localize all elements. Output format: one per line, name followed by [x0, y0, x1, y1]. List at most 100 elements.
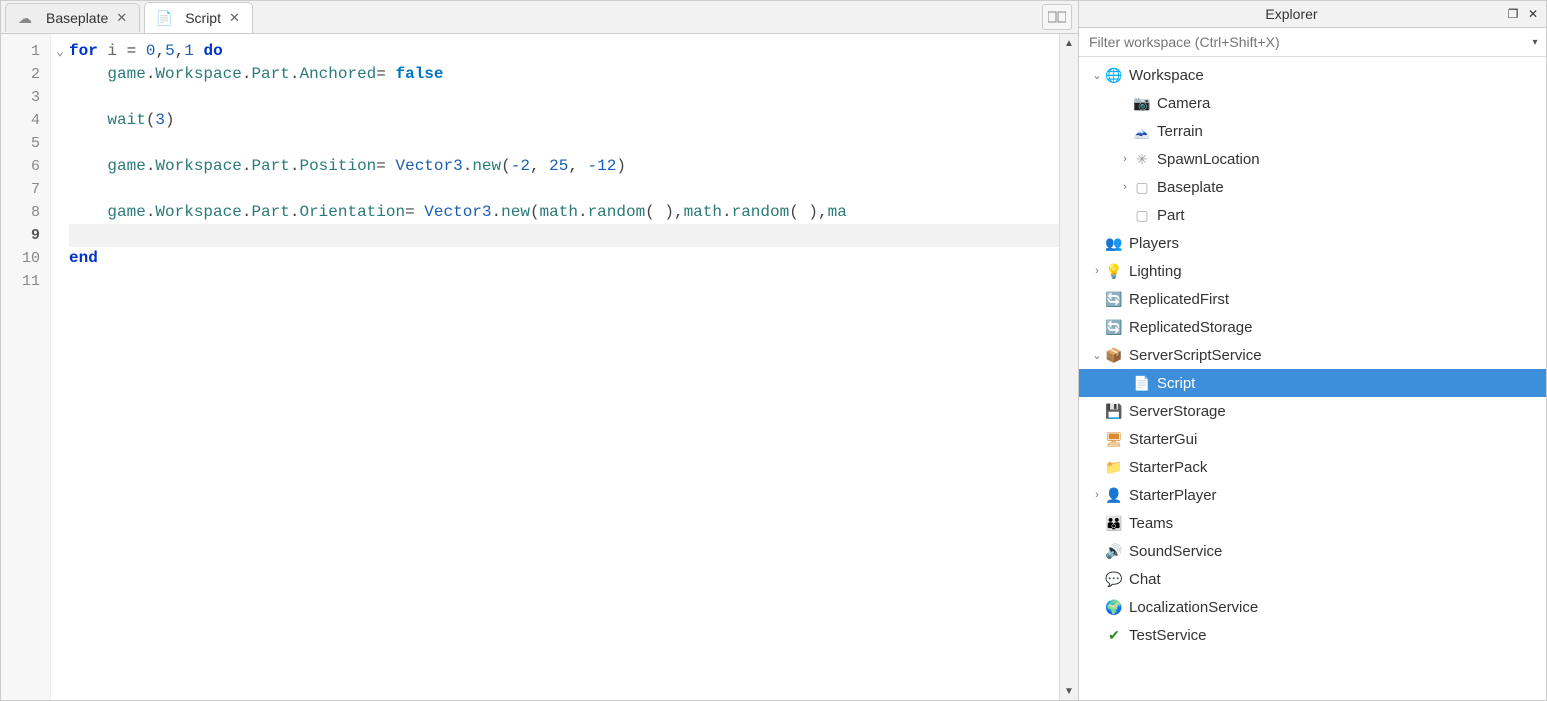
tree-item-serverscriptservice[interactable]: ⌄📦 ServerScriptService — [1079, 341, 1546, 369]
code-line[interactable]: end — [69, 247, 1059, 270]
fold-marker — [51, 178, 69, 201]
chevron-down-icon[interactable]: ⌄ — [1089, 69, 1105, 82]
scroll-up-arrow[interactable]: ▲ — [1060, 34, 1078, 52]
code-line[interactable]: for i = 0,5,1 do — [69, 40, 1059, 63]
explorer-title: Explorer — [1079, 6, 1504, 22]
tree-item-label: ServerScriptService — [1129, 347, 1262, 364]
tree-item-label: SoundService — [1129, 543, 1222, 560]
tab-script[interactable]: 📄 Script ✕ — [144, 2, 253, 33]
code-line[interactable] — [69, 270, 1059, 293]
tree-item-spawnlocation[interactable]: ›✳ SpawnLocation — [1079, 145, 1546, 173]
chat-icon: 💬 — [1105, 570, 1123, 588]
explorer-header: Explorer ❐ ✕ — [1079, 1, 1546, 28]
tree-item-replicatedstorage[interactable]: 🔄 ReplicatedStorage — [1079, 313, 1546, 341]
code-line[interactable] — [69, 86, 1059, 109]
tree-item-label: ReplicatedFirst — [1129, 291, 1229, 308]
vertical-scrollbar[interactable]: ▲ ▼ — [1059, 34, 1078, 700]
chevron-right-icon[interactable]: › — [1089, 265, 1105, 277]
cloud-icon: ☁ — [16, 9, 34, 27]
terrain-icon: 🗻 — [1133, 122, 1151, 140]
tree-item-players[interactable]: 👥Players — [1079, 229, 1546, 257]
tree-item-startergui[interactable]: 🖥StarterGui — [1079, 425, 1546, 453]
code-line[interactable]: game.Workspace.Part.Orientation= Vector3… — [69, 201, 1059, 224]
tree-item-label: ReplicatedStorage — [1129, 319, 1252, 336]
test-icon: ✔ — [1105, 626, 1123, 644]
pack-icon: 📁 — [1105, 458, 1123, 476]
fold-marker — [51, 132, 69, 155]
tree-item-replicatedfirst[interactable]: 🔄 ReplicatedFirst — [1079, 285, 1546, 313]
code-line[interactable]: game.Workspace.Part.Anchored= false — [69, 63, 1059, 86]
code-line[interactable] — [69, 132, 1059, 155]
tree-item-testservice[interactable]: ✔ TestService — [1079, 621, 1546, 649]
chevron-down-icon[interactable]: ⌄ — [1089, 349, 1105, 362]
fold-marker[interactable]: ⌄ — [51, 40, 69, 63]
tree-item-starterpack[interactable]: 📁 StarterPack — [1079, 453, 1546, 481]
tree-item-label: TestService — [1129, 627, 1207, 644]
tree-item-label: Baseplate — [1157, 179, 1224, 196]
scroll-down-arrow[interactable]: ▼ — [1060, 682, 1078, 700]
close-icon[interactable]: ✕ — [1524, 6, 1542, 22]
light-icon: 💡 — [1105, 262, 1123, 280]
tab-label: Baseplate — [46, 10, 108, 26]
tree-item-localizationservice[interactable]: 🌍LocalizationService — [1079, 593, 1546, 621]
code-editor[interactable]: 1234567891011 ⌄ for i = 0,5,1 do game.Wo… — [1, 34, 1078, 700]
tree-item-label: Part — [1157, 207, 1185, 224]
explorer-tree[interactable]: ⌄🌐Workspace📷Camera🗻Terrain›✳SpawnLocatio… — [1079, 57, 1546, 700]
code-line[interactable] — [69, 224, 1059, 247]
repl-icon: 🔄 — [1105, 290, 1123, 308]
repl-icon: 🔄 — [1105, 318, 1123, 336]
split-view-icon[interactable] — [1042, 4, 1072, 30]
tree-item-part[interactable]: ▢Part — [1079, 201, 1546, 229]
filter-row: ▾ — [1079, 28, 1546, 57]
code-area[interactable]: for i = 0,5,1 do game.Workspace.Part.Anc… — [69, 34, 1059, 700]
tree-item-label: SpawnLocation — [1157, 151, 1260, 168]
fold-marker — [51, 63, 69, 86]
chevron-right-icon[interactable]: › — [1117, 181, 1133, 193]
tree-item-baseplate[interactable]: ›▢ Baseplate — [1079, 173, 1546, 201]
chevron-right-icon[interactable]: › — [1089, 489, 1105, 501]
tab-close-icon[interactable]: ✕ — [114, 10, 129, 26]
tree-item-workspace[interactable]: ⌄🌐Workspace — [1079, 61, 1546, 89]
globe-icon: 🌐 — [1105, 66, 1123, 84]
chevron-right-icon[interactable]: › — [1117, 153, 1133, 165]
code-line[interactable] — [69, 178, 1059, 201]
tab-label: Script — [185, 10, 221, 26]
fold-marker — [51, 270, 69, 293]
players-icon: 👥 — [1105, 234, 1123, 252]
script-icon: 📄 — [1133, 374, 1151, 392]
line-number: 3 — [1, 86, 50, 109]
line-number: 1 — [1, 40, 50, 63]
tab-close-icon[interactable]: ✕ — [227, 10, 242, 26]
tree-item-starterplayer[interactable]: ›👤StarterPlayer — [1079, 481, 1546, 509]
line-number: 8 — [1, 201, 50, 224]
teams-icon: 👪 — [1105, 514, 1123, 532]
tree-item-teams[interactable]: 👪 Teams — [1079, 509, 1546, 537]
tree-item-label: Lighting — [1129, 263, 1182, 280]
script-icon: 📄 — [155, 9, 173, 27]
code-line[interactable]: wait(3) — [69, 109, 1059, 132]
tree-item-lighting[interactable]: ›💡 Lighting — [1079, 257, 1546, 285]
filter-input[interactable] — [1079, 28, 1524, 56]
sscript-icon: 📦 — [1105, 346, 1123, 364]
tree-item-script[interactable]: 📄Script — [1079, 369, 1546, 397]
tree-item-serverstorage[interactable]: 💾ServerStorage — [1079, 397, 1546, 425]
tree-item-soundservice[interactable]: 🔊SoundService — [1079, 537, 1546, 565]
filter-dropdown-icon[interactable]: ▾ — [1524, 37, 1546, 48]
tree-item-camera[interactable]: 📷Camera — [1079, 89, 1546, 117]
tree-item-chat[interactable]: 💬Chat — [1079, 565, 1546, 593]
fold-column[interactable]: ⌄ — [51, 34, 69, 700]
spawn-icon: ✳ — [1133, 150, 1151, 168]
part-icon: ▢ — [1133, 178, 1151, 196]
tree-item-label: ServerStorage — [1129, 403, 1226, 420]
fold-marker — [51, 247, 69, 270]
fold-marker — [51, 155, 69, 178]
tree-item-terrain[interactable]: 🗻Terrain — [1079, 117, 1546, 145]
undock-icon[interactable]: ❐ — [1504, 6, 1522, 22]
tree-item-label: Teams — [1129, 515, 1173, 532]
explorer-panel: Explorer ❐ ✕ ▾ ⌄🌐Workspace📷Camera🗻Terrai… — [1078, 1, 1546, 700]
line-number: 10 — [1, 247, 50, 270]
tab-baseplate[interactable]: ☁ Baseplate ✕ — [5, 3, 140, 32]
code-line[interactable]: game.Workspace.Part.Position= Vector3.ne… — [69, 155, 1059, 178]
line-number: 9 — [1, 224, 50, 247]
tree-item-label: StarterPack — [1129, 459, 1207, 476]
